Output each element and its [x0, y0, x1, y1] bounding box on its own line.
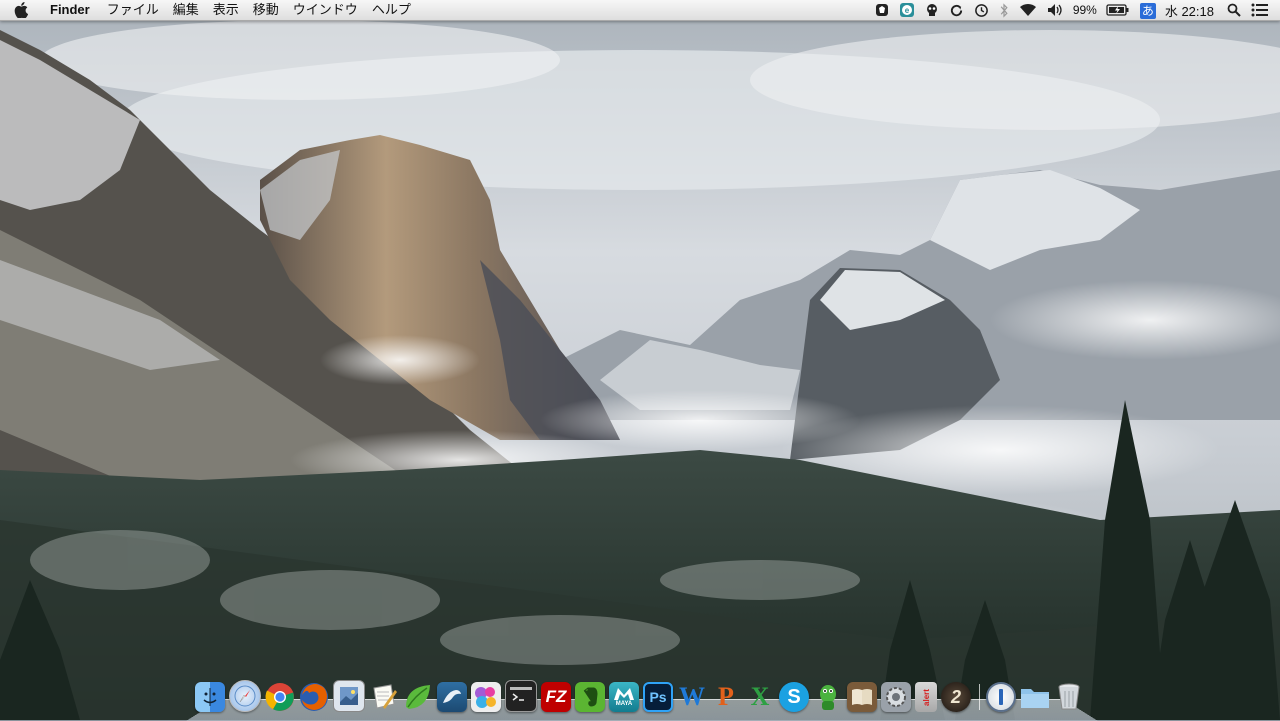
firefox-icon[interactable]: [299, 682, 329, 712]
e-app-status-icon[interactable]: e: [899, 0, 915, 20]
game-center-icon[interactable]: [471, 682, 501, 712]
alert-label: alert: [921, 688, 931, 706]
input-method-icon[interactable]: あ: [1139, 3, 1156, 19]
dock: FZ MAYA Ps W P X S alert 2: [195, 678, 1088, 712]
terminal-icon[interactable]: [505, 680, 537, 712]
adium-icon[interactable]: [813, 682, 843, 712]
filezilla-icon[interactable]: FZ: [541, 682, 571, 712]
spotlight-icon[interactable]: [1227, 0, 1241, 20]
menu-edit[interactable]: 編集: [166, 0, 206, 20]
sync-status-icon[interactable]: [949, 0, 964, 20]
volume-status-icon[interactable]: [1047, 0, 1064, 20]
preview-icon[interactable]: [333, 680, 365, 712]
menu-file[interactable]: ファイル: [100, 0, 166, 20]
menubar-clock[interactable]: 水 22:18: [1165, 1, 1214, 20]
menu-help[interactable]: ヘルプ: [365, 0, 418, 20]
trash-icon[interactable]: [1054, 682, 1084, 712]
menu-window[interactable]: ウインドウ: [286, 0, 365, 20]
finder-icon[interactable]: [195, 682, 225, 712]
dock-separator: [979, 684, 980, 710]
wifi-status-icon[interactable]: [1019, 0, 1037, 20]
textedit-icon[interactable]: [369, 682, 399, 712]
mysql-icon[interactable]: [437, 682, 467, 712]
word-icon[interactable]: W: [677, 682, 707, 712]
alert-icon[interactable]: alert: [915, 682, 937, 712]
excel-icon[interactable]: X: [745, 682, 775, 712]
menu-app-finder[interactable]: Finder: [44, 0, 100, 20]
time-machine-status-icon[interactable]: [974, 0, 989, 20]
folder-icon[interactable]: [1020, 682, 1050, 712]
desktop-wallpaper: [0, 0, 1280, 720]
system-preferences-icon[interactable]: [881, 682, 911, 712]
evernote-status-icon[interactable]: [875, 0, 889, 20]
safari-icon[interactable]: [229, 680, 261, 712]
battery-icon[interactable]: [1106, 0, 1130, 20]
menu-bar: Finder ファイル 編集 表示 移動 ウインドウ ヘルプ e 99% あ 水…: [0, 0, 1280, 21]
maya-label: MAYA: [615, 701, 633, 707]
alien-status-icon[interactable]: [925, 0, 939, 20]
maya-icon[interactable]: MAYA: [609, 682, 639, 712]
evernote-icon[interactable]: [575, 682, 605, 712]
notification-center-icon[interactable]: [1251, 0, 1269, 20]
apple-menu-icon[interactable]: [14, 2, 36, 18]
powerpoint-icon[interactable]: P: [711, 682, 741, 712]
chrome-icon[interactable]: [265, 682, 295, 712]
menu-go[interactable]: 移動: [246, 0, 286, 20]
two-icon[interactable]: 2: [941, 682, 971, 712]
photoshop-icon[interactable]: Ps: [643, 682, 673, 712]
skype-icon[interactable]: S: [779, 682, 809, 712]
svg-text:e: e: [905, 6, 910, 15]
battery-percent[interactable]: 99%: [1073, 3, 1097, 17]
bluetooth-status-icon[interactable]: [999, 0, 1009, 20]
dictionary-icon[interactable]: [847, 682, 877, 712]
menu-view[interactable]: 表示: [206, 0, 246, 20]
leaf-icon[interactable]: [403, 682, 433, 712]
onepassword-icon[interactable]: [986, 682, 1016, 712]
